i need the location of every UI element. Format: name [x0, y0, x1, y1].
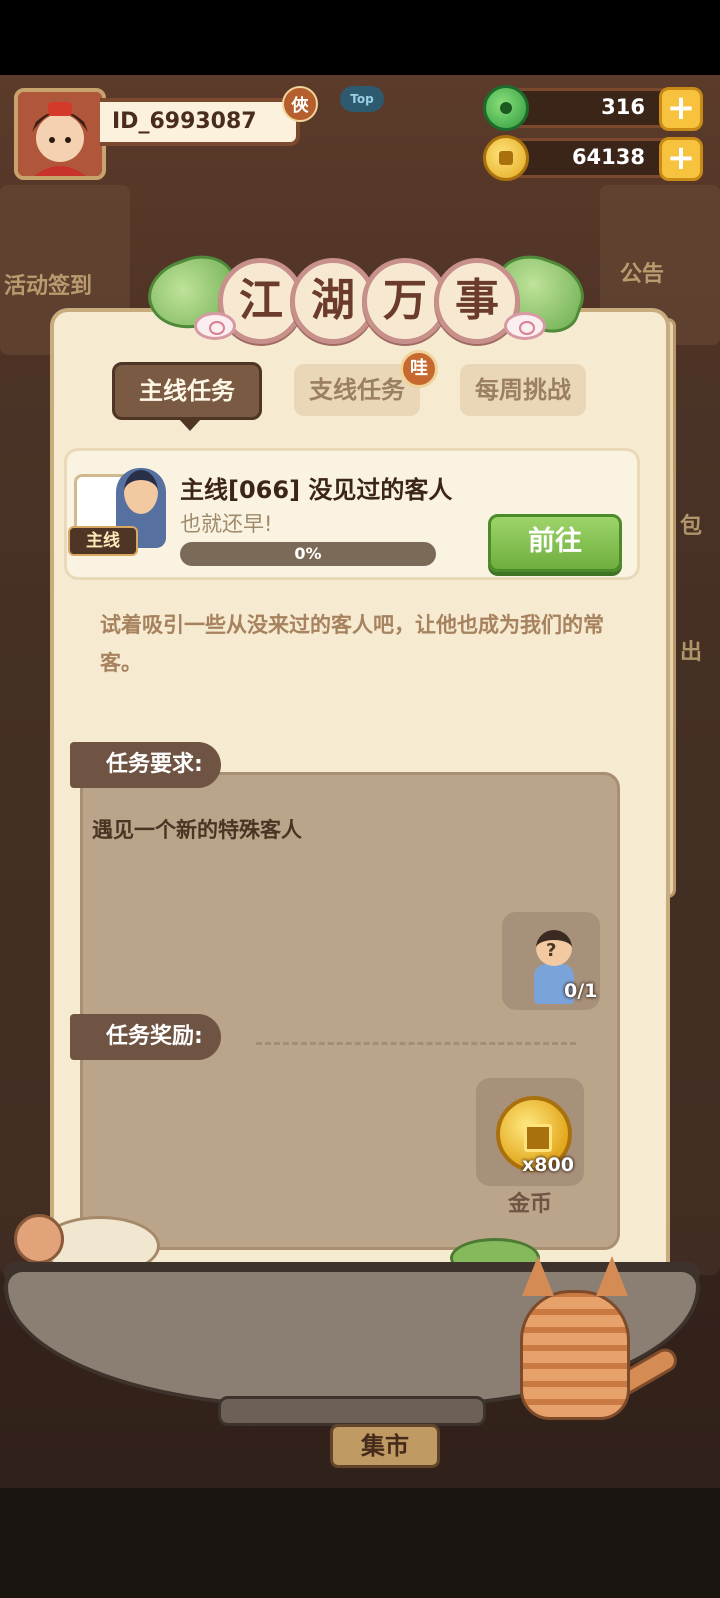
question-mark-icon: ?	[546, 940, 557, 961]
bowl-base	[218, 1396, 486, 1426]
jade-amount: 316	[601, 95, 645, 119]
coin-counter: 64138 +	[483, 135, 703, 181]
add-coin-button[interactable]: +	[659, 137, 703, 181]
fishcake-left-icon	[194, 312, 236, 340]
player-avatar[interactable]	[14, 88, 106, 180]
right-edge-label-2[interactable]: 出	[680, 634, 702, 666]
reward-divider	[256, 1042, 576, 1045]
market-button[interactable]: 集市	[330, 1424, 440, 1468]
cat-ear-right	[596, 1256, 628, 1296]
right-edge-label-1[interactable]: 包	[680, 508, 702, 540]
go-button[interactable]: 前往	[488, 514, 622, 572]
requirement-text: 遇见一个新的特殊客人	[92, 818, 302, 842]
reward-amount: x800	[522, 1154, 574, 1176]
cat-ear-left	[522, 1256, 554, 1296]
requirement-count: 0/1	[564, 980, 598, 1002]
jade-counter: 316 +	[483, 85, 703, 131]
notice-shortcut[interactable]: 公告	[620, 256, 664, 288]
avatar-portrait-icon	[18, 92, 102, 176]
panel-title: 江 湖 万 事	[138, 244, 594, 350]
quest-title: 主线[066] 没见过的客人	[180, 476, 453, 504]
jade-icon	[483, 85, 529, 131]
quest-progress-bar: 0%	[180, 542, 436, 566]
event-signin-shortcut[interactable]: 活动签到	[4, 268, 92, 300]
tab-weekly-challenge[interactable]: 每周挑战	[460, 364, 586, 416]
quest-subtitle: 也就还早!	[180, 512, 273, 536]
requirement-label: 任务要求:	[70, 742, 221, 788]
cat-body	[520, 1290, 630, 1420]
player-id-plate: ID_6993087	[100, 98, 300, 146]
quest-progress-label: 0%	[294, 544, 322, 563]
top-rank-badge[interactable]: Top	[340, 86, 384, 112]
bottom-bar	[0, 1488, 720, 1598]
vip-badge[interactable]: 俠	[282, 86, 318, 122]
quest-description: 试着吸引一些从没来过的客人吧，让他也成为我们的常客。	[100, 613, 604, 675]
quest-type-tag: 主线	[68, 526, 138, 556]
tab-main-quest[interactable]: 主线任务	[112, 362, 262, 431]
add-jade-button[interactable]: +	[659, 87, 703, 131]
cat-icon	[500, 1250, 682, 1430]
new-badge: 哇	[400, 350, 438, 388]
meatball-icon	[14, 1214, 64, 1264]
coin-amount: 64138	[571, 145, 645, 169]
fishcake-right-icon	[504, 312, 546, 340]
reward-label: 任务奖励:	[70, 1014, 221, 1060]
coin-icon	[483, 135, 529, 181]
reward-name: 金币	[507, 1192, 552, 1217]
